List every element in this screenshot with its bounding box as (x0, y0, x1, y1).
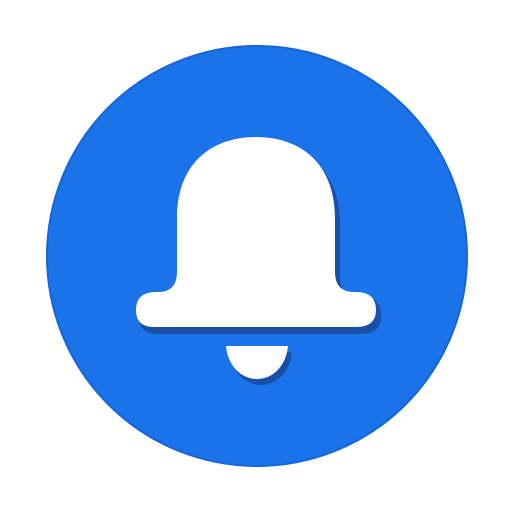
notification-bell-icon[interactable] (0, 0, 512, 512)
app-icon-canvas (0, 0, 512, 512)
